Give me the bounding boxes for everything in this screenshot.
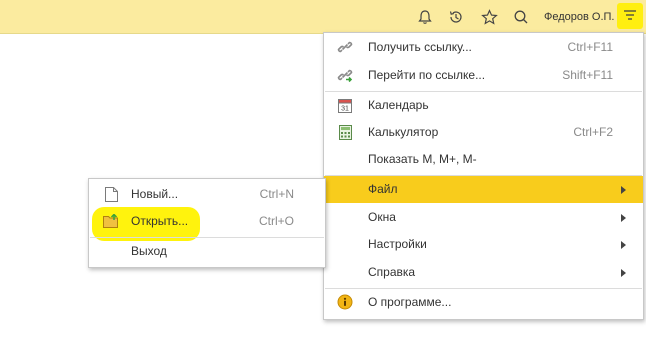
file-submenu: Новый... Ctrl+N Открыть... Ctrl+O Выход: [88, 178, 326, 268]
menu-item-calendar[interactable]: 31 Календарь: [324, 92, 643, 119]
menu-item-shortcut: Ctrl+F11: [567, 40, 613, 54]
menu-item-label: О программе...: [368, 295, 452, 309]
bell-icon[interactable]: [415, 7, 435, 27]
top-toolbar: Федоров О.П.: [0, 0, 646, 34]
history-icon[interactable]: [446, 7, 466, 27]
menu-item-label: Настройки: [368, 237, 427, 251]
menu-item-get-link[interactable]: Получить ссылку... Ctrl+F11: [324, 34, 643, 61]
menu-item-shortcut: Ctrl+N: [259, 187, 294, 201]
menu-item-label: Календарь: [368, 98, 429, 112]
menu-item-file[interactable]: Файл: [324, 176, 643, 203]
submenu-arrow-icon: [621, 269, 626, 277]
menu-item-label: Калькулятор: [368, 125, 439, 139]
link-icon: [337, 39, 353, 55]
calendar-icon: 31: [337, 97, 353, 113]
open-folder-icon: [103, 213, 119, 229]
menu-item-label: Выход: [131, 244, 167, 258]
menu-item-help[interactable]: Справка: [324, 259, 643, 286]
calculator-icon: [337, 124, 353, 140]
main-menu-button[interactable]: [617, 3, 643, 29]
main-menu: Получить ссылку... Ctrl+F11 Перейти по с…: [323, 32, 644, 320]
submenu-arrow-icon: [621, 186, 626, 194]
menu-item-label: Получить ссылку...: [368, 40, 472, 54]
menu-item-windows[interactable]: Окна: [324, 204, 643, 231]
submenu-item-exit[interactable]: Выход: [89, 238, 325, 265]
menu-item-calculator[interactable]: Калькулятор Ctrl+F2: [324, 119, 643, 146]
submenu-item-open[interactable]: Открыть... Ctrl+O: [89, 208, 325, 235]
menu-item-show-memory[interactable]: Показать M, M+, M-: [324, 146, 643, 173]
search-icon[interactable]: [511, 7, 531, 27]
menu-item-label: Справка: [368, 265, 416, 279]
menu-item-shortcut: Shift+F11: [562, 68, 613, 82]
hamburger-menu-icon: [622, 7, 638, 26]
menu-item-label: Показать M, M+, M-: [368, 152, 477, 166]
menu-item-label: Окна: [368, 210, 396, 224]
menu-item-settings[interactable]: Настройки: [324, 231, 643, 258]
submenu-arrow-icon: [621, 241, 626, 249]
user-name[interactable]: Федоров О.П.: [544, 0, 615, 34]
new-document-icon: [103, 186, 119, 202]
submenu-item-new[interactable]: Новый... Ctrl+N: [89, 181, 325, 208]
submenu-arrow-icon: [621, 214, 626, 222]
menu-item-goto-link[interactable]: Перейти по ссылке... Shift+F11: [324, 62, 643, 89]
menu-item-shortcut: Ctrl+O: [258, 214, 294, 228]
menu-item-label: Файл: [368, 182, 398, 196]
menu-item-label: Перейти по ссылке...: [368, 68, 486, 82]
svg-text:31: 31: [341, 105, 349, 112]
menu-item-label: Новый...: [131, 187, 179, 201]
star-icon[interactable]: [479, 7, 499, 27]
menu-item-shortcut: Ctrl+F2: [573, 125, 613, 139]
info-icon: [337, 294, 353, 310]
goto-link-icon: [337, 67, 353, 83]
menu-item-label: Открыть...: [131, 214, 189, 228]
menu-item-about[interactable]: О программе...: [324, 289, 643, 316]
